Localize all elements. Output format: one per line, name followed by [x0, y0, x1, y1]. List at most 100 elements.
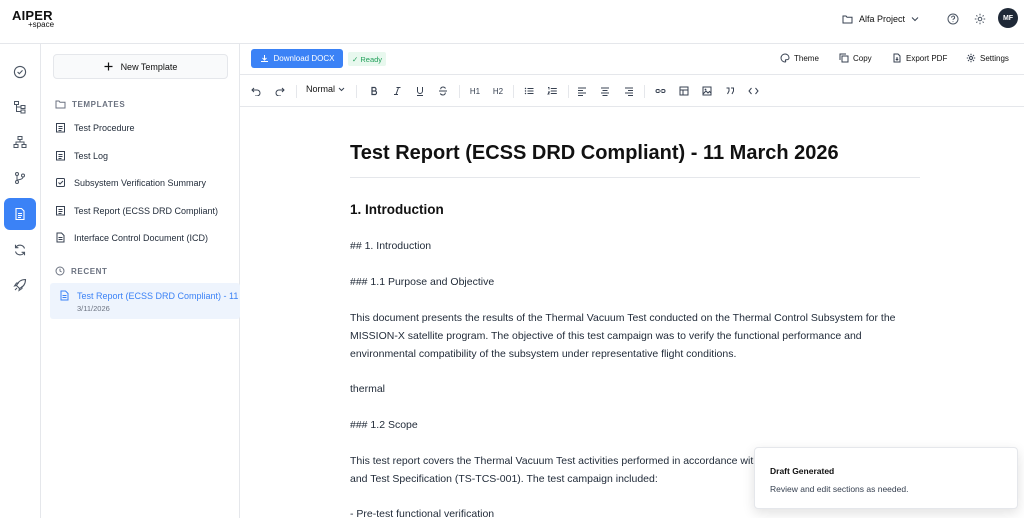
toast-notification: Draft Generated Review and edit sections… [754, 447, 1018, 509]
toast-description: Review and edit sections as needed. [770, 484, 909, 494]
divider [644, 85, 645, 98]
h1-label: H1 [469, 86, 481, 96]
nav-network[interactable] [4, 126, 36, 158]
block-style-select[interactable]: Normal [306, 84, 345, 94]
copy-button[interactable]: Copy [839, 53, 872, 63]
document-icon [55, 232, 66, 243]
template-item[interactable]: Test Procedure [55, 122, 135, 133]
chevron-down-icon [338, 87, 345, 92]
download-label: Download DOCX [273, 54, 335, 63]
paragraph[interactable]: ### 1.1 Purpose and Objective [350, 273, 920, 291]
template-label: Interface Control Document (ICD) [74, 232, 209, 243]
folder-icon [842, 14, 853, 24]
image-icon[interactable] [699, 83, 715, 99]
nav-rail [0, 44, 41, 518]
align-center-icon[interactable] [597, 83, 613, 99]
paragraph[interactable]: thermal [350, 380, 920, 398]
template-label: Test Procedure [74, 122, 135, 133]
avatar[interactable]: MF [998, 8, 1018, 28]
project-selector[interactable]: Alfa Project [842, 11, 919, 27]
document-title[interactable]: Test Report (ECSS DRD Compliant) - 11 Ma… [350, 142, 839, 165]
nav-launch[interactable] [4, 269, 36, 301]
copy-label: Copy [853, 53, 872, 63]
table-icon[interactable] [676, 83, 692, 99]
paragraph[interactable]: This document presents the results of th… [350, 309, 920, 363]
h2-label: H2 [492, 86, 504, 96]
rocket-icon [13, 278, 27, 292]
paragraph[interactable]: ### 1.2 Scope [350, 416, 920, 434]
download-docx-button[interactable]: Download DOCX [251, 49, 343, 68]
app-logo[interactable]: AIPER +space [12, 9, 54, 29]
git-branch-icon [13, 171, 27, 185]
templates-heading-label: TEMPLATES [72, 99, 126, 109]
template-sidebar: New Template TEMPLATES Test Procedure Te… [41, 44, 240, 518]
nav-tasks[interactable] [4, 56, 36, 88]
align-right-icon[interactable] [621, 83, 637, 99]
section-heading[interactable]: 1. Introduction [350, 202, 444, 217]
theme-label: Theme [794, 53, 819, 63]
recent-heading: RECENT [55, 266, 108, 276]
plus-icon [104, 62, 113, 71]
bold-icon[interactable] [366, 83, 382, 99]
template-item[interactable]: Subsystem Verification Summary [55, 177, 206, 188]
hierarchy-icon [13, 100, 27, 114]
gear-icon[interactable] [972, 11, 988, 27]
numbered-list-icon[interactable] [544, 83, 560, 99]
recent-item-date: 3/11/2026 [77, 304, 110, 313]
template-item[interactable]: Test Log [55, 150, 108, 161]
clock-icon [55, 266, 65, 276]
template-label: Test Log [74, 150, 109, 161]
folder-open-icon [55, 99, 66, 109]
divider [459, 85, 460, 98]
palette-icon [780, 53, 790, 63]
link-icon[interactable] [652, 83, 668, 99]
format-toolbar: Normal H1 H2 [240, 74, 1024, 107]
recent-item-title: Test Report (ECSS DRD Compliant) - 11 Ma… [77, 291, 240, 301]
divider [568, 85, 569, 98]
heading1-button[interactable]: H1 [467, 83, 483, 99]
nav-hierarchy[interactable] [4, 91, 36, 123]
nav-sync[interactable] [4, 234, 36, 266]
clipboard-icon [55, 122, 66, 133]
clipboard-icon [55, 150, 66, 161]
copy-icon [839, 53, 849, 63]
refresh-icon [13, 243, 27, 257]
paragraph[interactable]: ## 1. Introduction [350, 237, 920, 255]
strikethrough-icon[interactable] [435, 83, 451, 99]
undo-icon[interactable] [248, 83, 264, 99]
project-name: Alfa Project [859, 14, 906, 24]
template-item[interactable]: Interface Control Document (ICD) [55, 232, 208, 243]
recent-item[interactable]: Test Report (ECSS DRD Compliant) - 11 Ma… [50, 283, 240, 319]
export-pdf-button[interactable]: Export PDF [892, 53, 947, 63]
new-template-button[interactable]: New Template [53, 54, 228, 79]
help-icon[interactable] [945, 11, 961, 27]
bullet-list-icon[interactable] [521, 83, 537, 99]
italic-icon[interactable] [389, 83, 405, 99]
underline-icon[interactable] [412, 83, 428, 99]
title-divider [350, 177, 920, 178]
nav-branches[interactable] [4, 162, 36, 194]
templates-heading: TEMPLATES [55, 99, 125, 109]
heading2-button[interactable]: H2 [490, 83, 506, 99]
template-item[interactable]: Test Report (ECSS DRD Compliant) [55, 205, 218, 216]
block-style-value: Normal [306, 84, 336, 94]
clipboard-icon [55, 205, 66, 216]
recent-heading-label: RECENT [71, 266, 108, 276]
check-circle-icon [13, 65, 27, 79]
theme-button[interactable]: Theme [780, 53, 819, 63]
redo-icon[interactable] [272, 83, 288, 99]
network-icon [13, 135, 27, 149]
quote-icon[interactable] [722, 83, 738, 99]
code-icon[interactable] [745, 83, 761, 99]
align-left-icon[interactable] [574, 83, 590, 99]
template-label: Test Report (ECSS DRD Compliant) [74, 205, 219, 216]
status-badge: ✓ Ready [348, 52, 387, 66]
logo-subtext: +space [28, 20, 55, 29]
settings-button[interactable]: Settings [966, 53, 1009, 63]
template-label: Subsystem Verification Summary [74, 177, 207, 188]
document-toolbar: Download DOCX ✓ Ready Theme Copy Export … [240, 44, 1024, 74]
document-icon [59, 290, 70, 301]
divider [296, 85, 297, 98]
nav-documents[interactable] [4, 198, 36, 230]
file-export-icon [892, 53, 902, 63]
